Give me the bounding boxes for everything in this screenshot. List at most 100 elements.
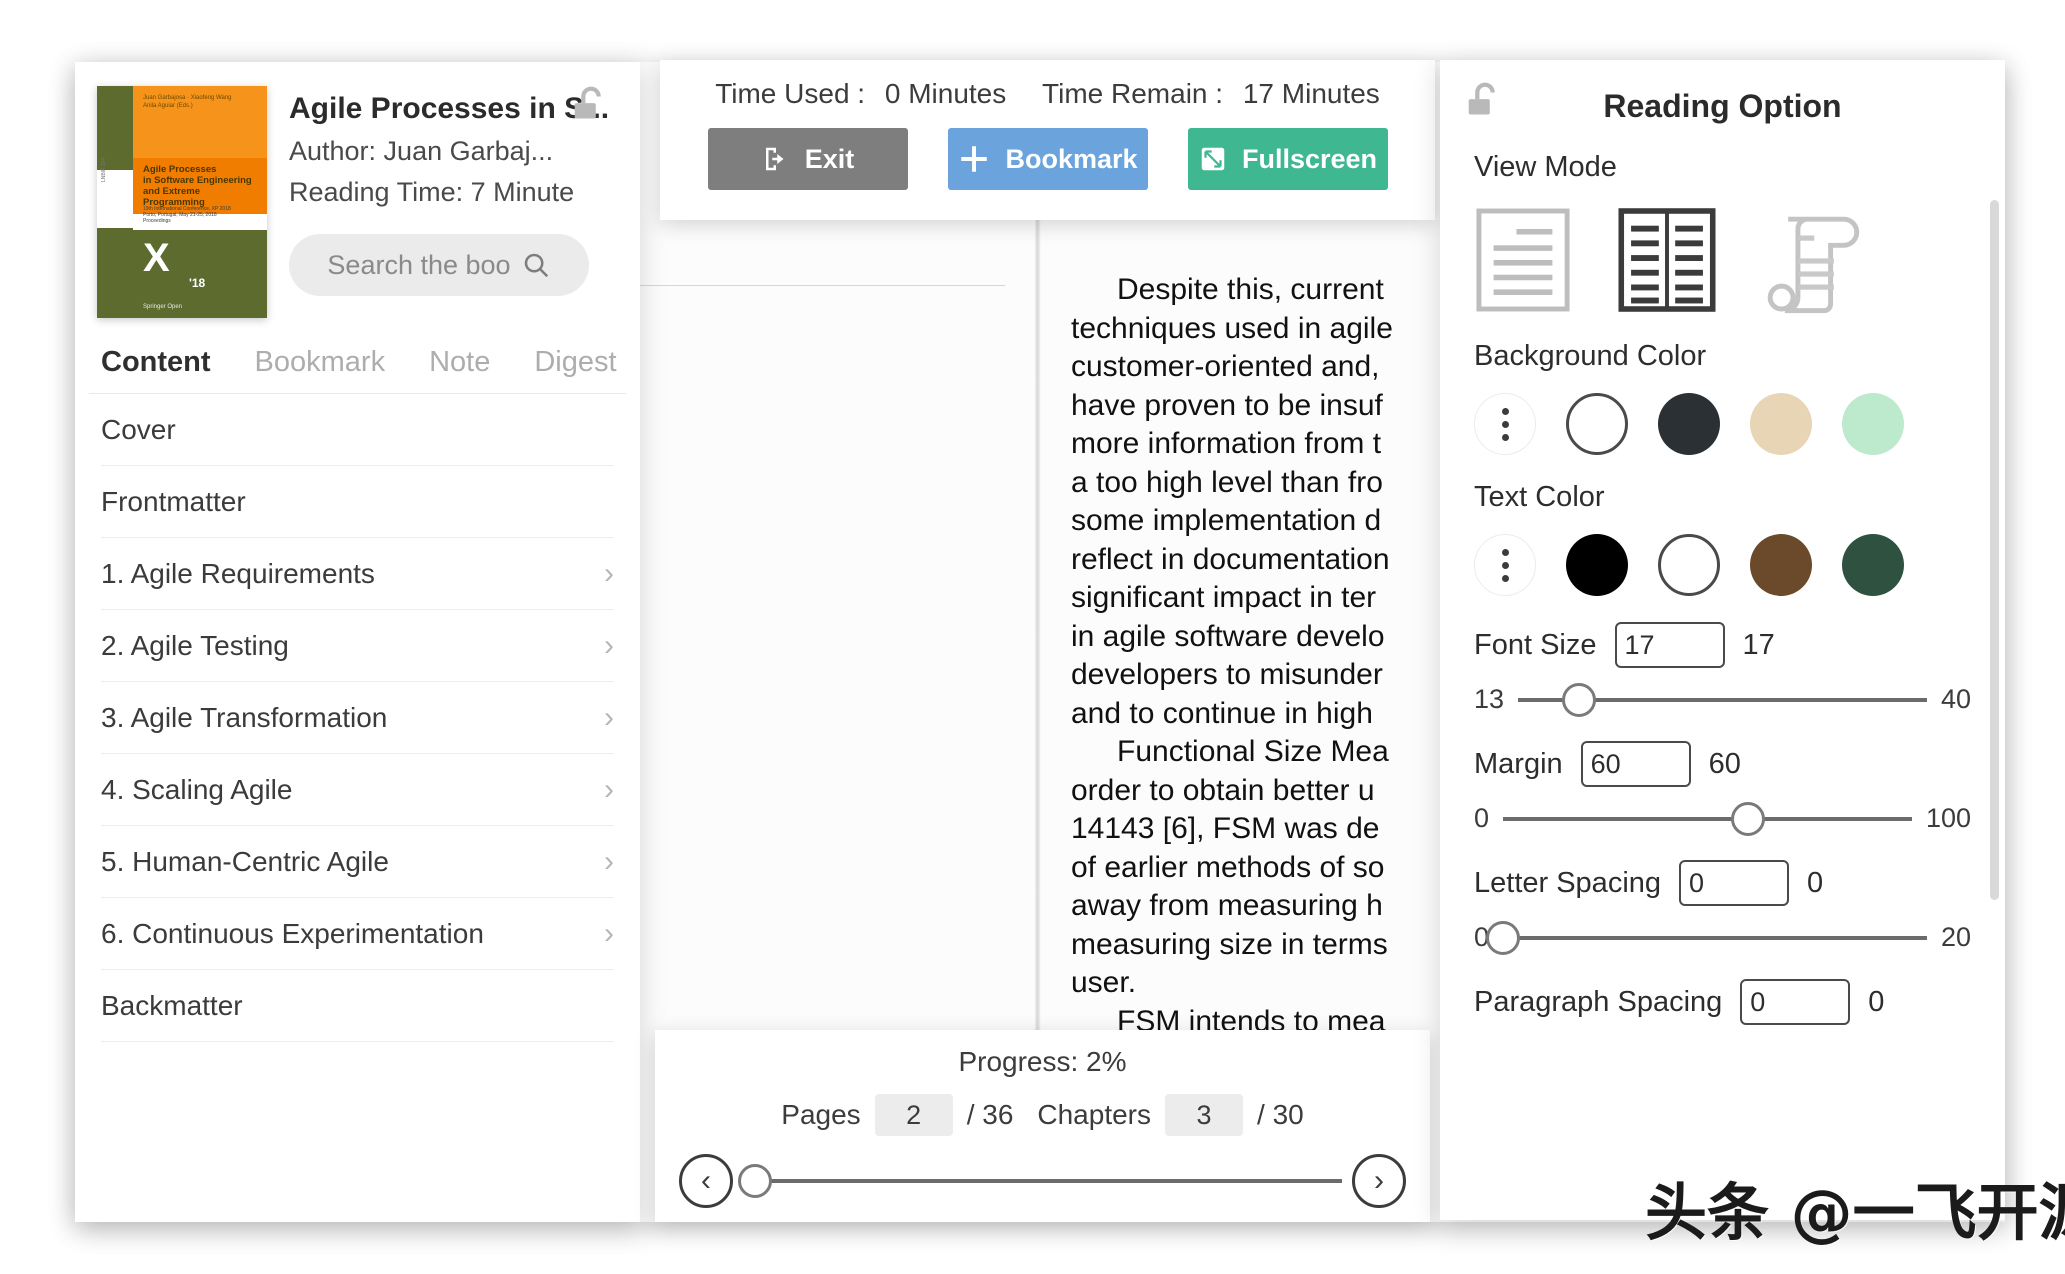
background-swatch-sepia[interactable] xyxy=(1750,393,1812,455)
pages-total: / 36 xyxy=(966,1099,1014,1130)
cover-logo: X xyxy=(143,236,170,280)
bookmark-button[interactable]: Bookmark xyxy=(947,128,1148,190)
toolbar-buttons: Exit Bookmark Fullscreen xyxy=(660,128,1435,190)
font-size-max: 40 xyxy=(1940,684,1971,714)
tab-content[interactable]: Content xyxy=(101,346,211,393)
toc-item-agile-testing[interactable]: 2. Agile Testing › xyxy=(101,610,614,682)
unlock-icon[interactable] xyxy=(1462,80,1508,126)
text-swatch-brown[interactable] xyxy=(1750,534,1812,596)
time-remain-value: 17 Minutes xyxy=(1242,78,1380,109)
sidebar-tabs: Content Bookmark Note Digest xyxy=(75,324,640,393)
reading-toolbar: Time Used : 0 Minutes Time Remain : 17 M… xyxy=(660,60,1435,220)
text-swatch-white[interactable] xyxy=(1658,534,1720,596)
toc-item-cover[interactable]: Cover xyxy=(101,394,614,466)
background-color-more-button[interactable] xyxy=(1474,393,1536,455)
search-icon xyxy=(524,253,548,278)
font-size-slider-row: 13 40 xyxy=(1474,682,1971,717)
view-mode-label: View Mode xyxy=(1474,151,1617,183)
text-color-more-button[interactable] xyxy=(1474,534,1536,596)
time-used-label: Time Used : xyxy=(715,78,866,109)
option-panel-scrollbar[interactable] xyxy=(1990,200,1999,900)
margin-setting: Margin 60 0 100 xyxy=(1474,741,1971,836)
book-sidebar: LNBIP 314 Juan Garbajosa · Xiaofeng Wang… xyxy=(75,62,640,1222)
font-size-setting: Font Size 17 13 40 xyxy=(1474,622,1971,717)
next-page-button[interactable]: › xyxy=(1352,1154,1406,1208)
toc-item-label: Cover xyxy=(101,413,176,445)
unlock-icon[interactable] xyxy=(568,84,614,130)
toc-item-continuous-experimentation[interactable]: 6. Continuous Experimentation › xyxy=(101,898,614,970)
fullscreen-button-label: Fullscreen xyxy=(1241,143,1378,174)
tab-note[interactable]: Note xyxy=(429,346,490,393)
scroll-view-icon[interactable] xyxy=(1762,206,1860,314)
exit-icon xyxy=(765,147,784,171)
font-size-input[interactable] xyxy=(1614,622,1725,668)
font-size-min: 13 xyxy=(1474,684,1505,714)
letter-spacing-slider-knob[interactable] xyxy=(1486,920,1521,955)
sidebar-header: LNBIP 314 Juan Garbajosa · Xiaofeng Wang… xyxy=(75,62,640,324)
margin-head: Margin 60 xyxy=(1474,741,1971,787)
toc-item-human-centric-agile[interactable]: 5. Human-Centric Agile › xyxy=(101,826,614,898)
font-size-slider-knob[interactable] xyxy=(1562,682,1597,717)
toc-item-agile-requirements[interactable]: 1. Agile Requirements › xyxy=(101,538,614,610)
font-size-head: Font Size 17 xyxy=(1474,622,1971,668)
time-info: Time Used : 0 Minutes Time Remain : 17 M… xyxy=(660,78,1435,110)
search-input[interactable]: Search the boo xyxy=(289,234,589,296)
cover-spine-text: LNBIP 314 xyxy=(101,157,107,182)
toc-item-label: 2. Agile Testing xyxy=(101,629,289,661)
cover-authors: Juan Garbajosa · Xiaofeng Wang Anila Agu… xyxy=(143,95,232,109)
paragraph-spacing-input[interactable] xyxy=(1740,979,1851,1025)
previous-page-button[interactable]: ‹ xyxy=(679,1154,733,1208)
book-cover-image: LNBIP 314 Juan Garbajosa · Xiaofeng Wang… xyxy=(97,86,267,318)
exit-button[interactable]: Exit xyxy=(707,128,908,190)
screenshot-root: Sta Siz Ag s is concerned with the nd va… xyxy=(0,0,2065,1274)
letter-spacing-input[interactable] xyxy=(1679,860,1790,906)
page-slider-track[interactable] xyxy=(737,1164,1342,1198)
text-swatch-green[interactable] xyxy=(1842,534,1904,596)
font-size-slider-track[interactable] xyxy=(1518,682,1927,717)
cover-publisher: Springer Open xyxy=(143,304,183,310)
paragraph-spacing-setting: Paragraph Spacing 0 xyxy=(1474,979,1971,1025)
letter-spacing-display: 0 xyxy=(1807,866,1824,899)
page-slider-knob[interactable] xyxy=(737,1164,772,1198)
background-color-label: Background Color xyxy=(1474,340,1707,372)
more-vertical-icon xyxy=(1501,548,1509,582)
double-page-view-icon[interactable] xyxy=(1618,206,1716,314)
toc-item-agile-transformation[interactable]: 3. Agile Transformation › xyxy=(101,682,614,754)
toc-item-scaling-agile[interactable]: 4. Scaling Agile › xyxy=(101,754,614,826)
margin-input[interactable] xyxy=(1580,741,1691,787)
cover-subtitle: 19th International Conference, XP 2018 P… xyxy=(143,206,231,224)
background-swatch-dark[interactable] xyxy=(1658,393,1720,455)
letter-spacing-slider-track[interactable] xyxy=(1486,920,1927,955)
tab-digest[interactable]: Digest xyxy=(534,346,616,393)
toc-item-frontmatter[interactable]: Frontmatter xyxy=(101,466,614,538)
chapters-input[interactable]: 3 xyxy=(1165,1094,1244,1136)
text-color-label: Text Color xyxy=(1474,481,1605,513)
paragraph-spacing-head: Paragraph Spacing 0 xyxy=(1474,979,1971,1025)
text-swatch-black[interactable] xyxy=(1566,534,1628,596)
letter-spacing-slider-row: 0 20 xyxy=(1474,920,1971,955)
pages-label: Pages xyxy=(781,1099,861,1130)
margin-slider-track[interactable] xyxy=(1503,801,1912,836)
cover-title: Agile Processes in Software Engineering … xyxy=(143,164,252,208)
toc-item-label: 4. Scaling Agile xyxy=(101,773,293,805)
pages-input[interactable]: 2 xyxy=(874,1094,953,1136)
single-page-view-icon[interactable] xyxy=(1474,206,1572,314)
margin-slider-row: 0 100 xyxy=(1474,801,1971,836)
toc-item-backmatter[interactable]: Backmatter xyxy=(101,970,614,1042)
page-chapter-counters: Pages 2 / 36 Chapters 3 / 30 xyxy=(655,1094,1430,1136)
margin-max: 100 xyxy=(1925,803,1971,833)
chevron-right-icon: › xyxy=(604,844,614,878)
chevron-right-icon: › xyxy=(604,628,614,662)
paragraph-spacing-display: 0 xyxy=(1868,985,1885,1018)
margin-slider-knob[interactable] xyxy=(1731,801,1766,836)
background-color-swatches xyxy=(1474,393,1971,455)
progress-bar-panel: Progress: 2% Pages 2 / 36 Chapters 3 / 3… xyxy=(655,1030,1430,1222)
toc-item-label: Frontmatter xyxy=(101,485,246,517)
background-swatch-white[interactable] xyxy=(1566,393,1628,455)
toc-item-label: 5. Human-Centric Agile xyxy=(101,845,389,877)
fullscreen-button[interactable]: Fullscreen xyxy=(1187,128,1388,190)
font-size-display: 17 xyxy=(1742,628,1775,661)
watermark: 头条 @一飞开源 xyxy=(1645,1176,2065,1249)
background-swatch-green[interactable] xyxy=(1842,393,1904,455)
tab-bookmark[interactable]: Bookmark xyxy=(255,346,386,393)
